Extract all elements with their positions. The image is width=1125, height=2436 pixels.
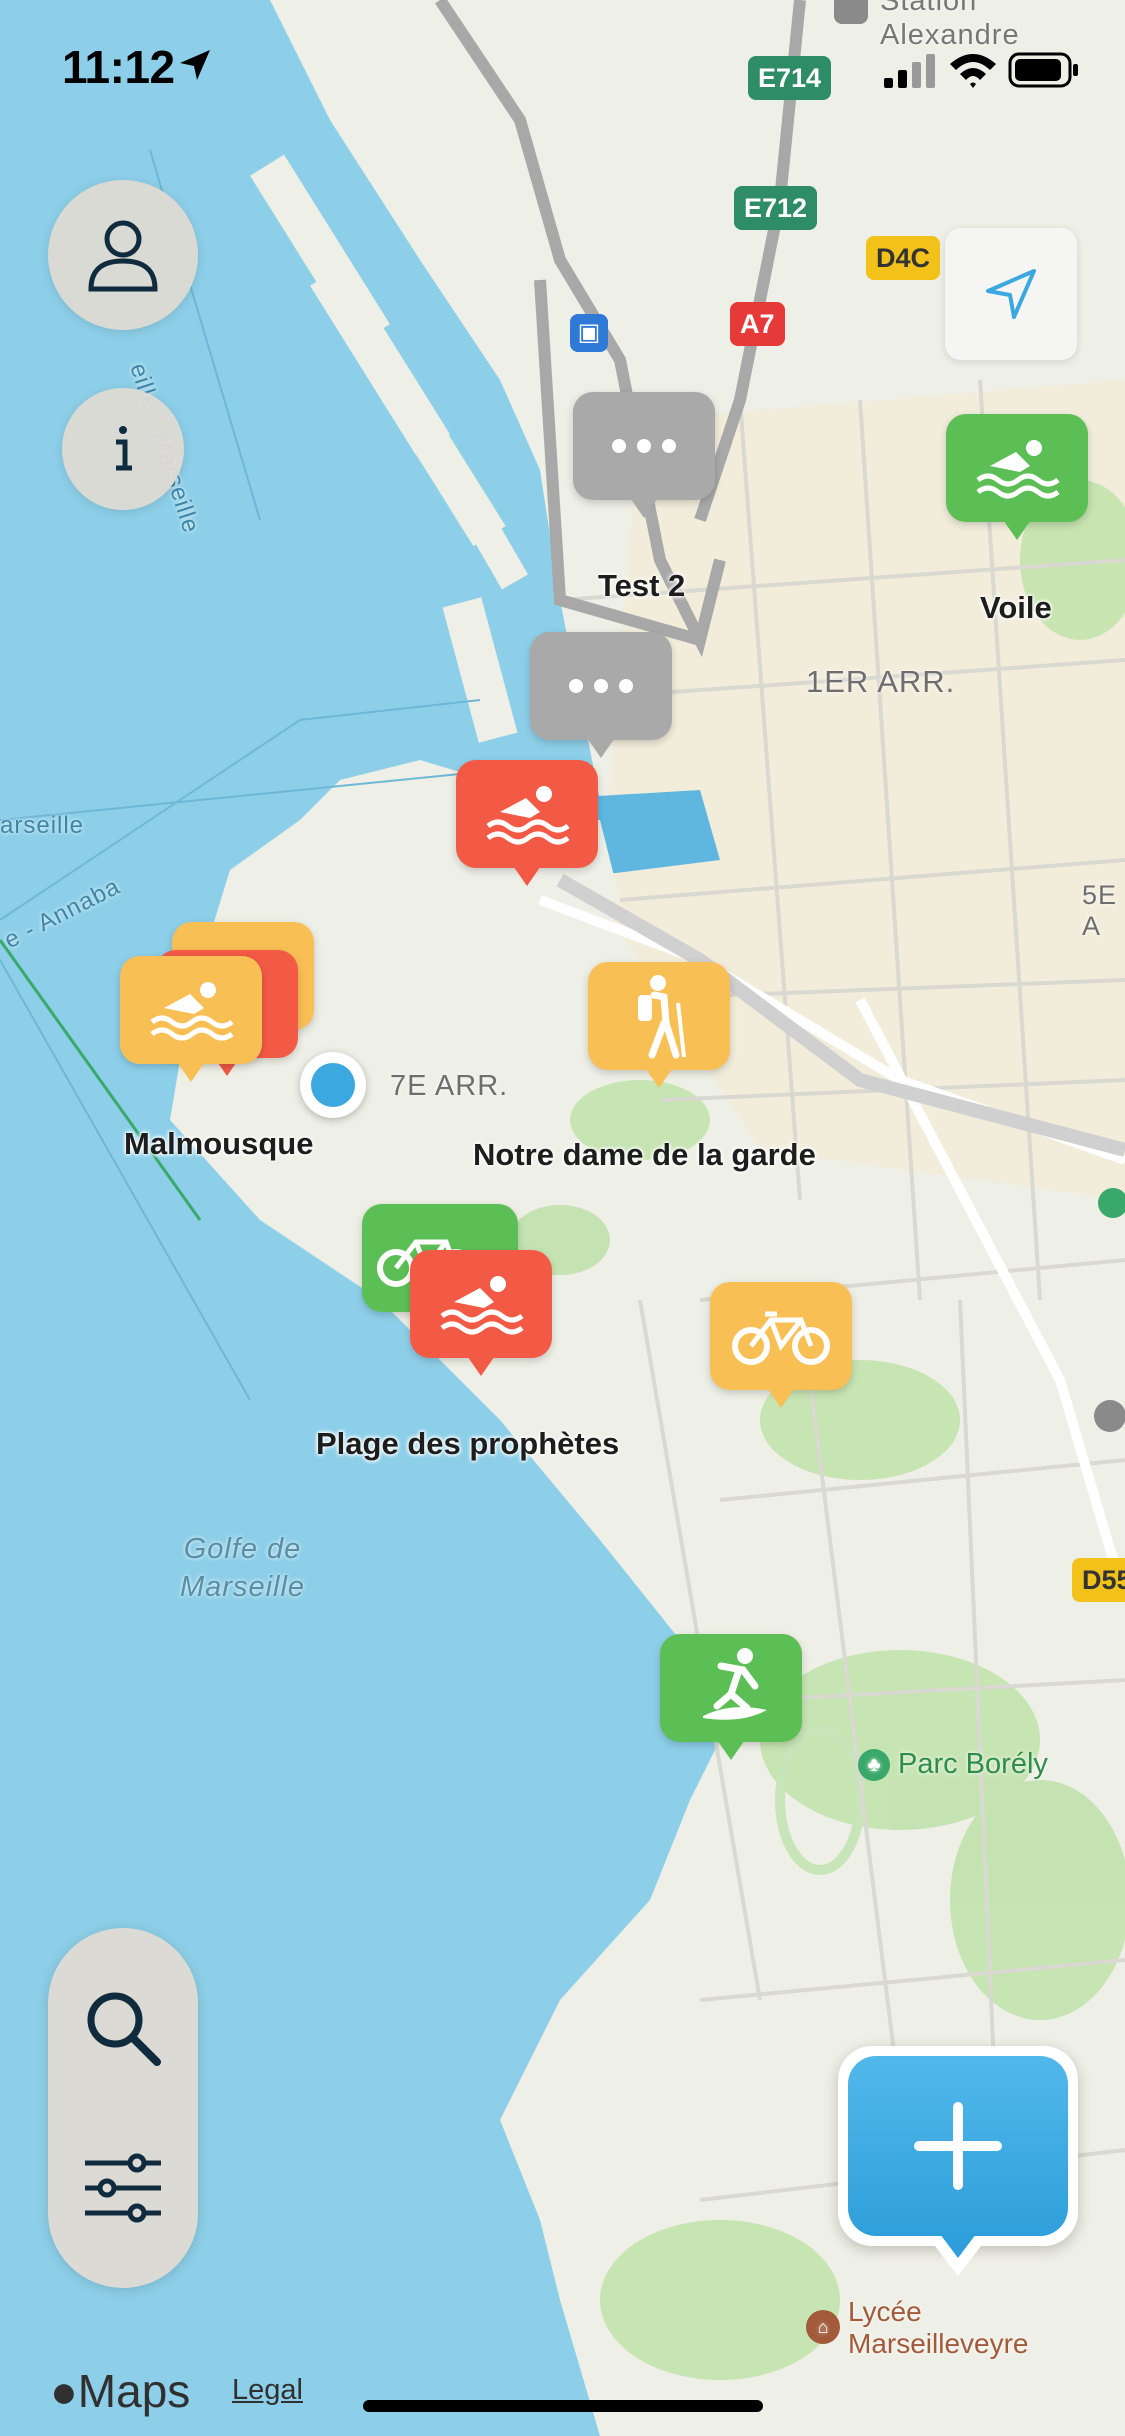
status-time: 11:12 [62,41,175,93]
district-label-1: 1ER ARR. [806,664,956,699]
activity-pin-test-2[interactable] [573,392,715,528]
activity-pin-voile[interactable] [946,414,1088,550]
road-shield-e712: E712 [734,186,818,230]
info-icon [116,426,132,471]
user-location-dot[interactable] [300,1052,366,1118]
activity-pin-chat[interactable] [530,632,672,768]
transit-station-icon: ▣ [570,314,608,352]
person-icon [88,220,158,292]
road-shield-d4c: D4C [866,236,941,280]
apple-maps-logo: ●Maps [50,2365,191,2417]
tree-icon [1098,1188,1125,1218]
pin-label-test-2: Test 2 [598,568,686,603]
info-button[interactable] [62,388,184,510]
pin-label-malmousque: Malmousque [124,1126,314,1161]
district-label-5: 5E A [1082,880,1118,941]
bottom-left-toolbar [48,1928,198,2288]
hiker-icon [638,975,686,1059]
locate-me-button[interactable] [945,228,1077,360]
activity-pin-malmousque[interactable] [120,956,262,1092]
activity-pin-cycling-yellow[interactable] [710,1282,852,1418]
swimmer-icon [440,1276,524,1335]
activity-pin-surfing[interactable] [660,1634,802,1770]
search-icon [87,1992,161,2066]
activity-pin-plage-prophetes[interactable] [410,1250,552,1386]
apple-logo-icon: ● [50,2365,78,2417]
road-shield-d55: D55 [1072,1558,1125,1602]
swimmer-icon [976,440,1060,499]
landmark-icon [1094,1400,1125,1432]
search-button[interactable] [63,1968,183,2088]
filters-button[interactable] [63,2128,183,2248]
plus-icon [914,2102,1002,2190]
gulf-label: Golfe de Marseille [180,1533,306,1603]
swimmer-icon [150,982,234,1041]
wifi-icon [950,54,996,88]
sliders-icon [85,2153,161,2223]
cellular-signal-icon [884,54,935,88]
pin-label-plage-prophetes: Plage des prophètes [316,1426,620,1461]
legal-link[interactable]: Legal [232,2374,303,2407]
park-label[interactable]: ♣ Parc Borély [858,1748,1048,1781]
battery-icon [1008,52,1078,88]
school-icon: ⌂ [806,2310,840,2344]
surfer-icon [703,1648,767,1720]
ellipsis-icon [612,439,676,453]
ellipsis-icon [569,679,633,693]
activity-pin-notre-dame[interactable] [588,962,730,1098]
activity-pin-swimming-port[interactable] [456,760,598,896]
district-label-7: 7E ARR. [390,1070,509,1102]
ferry-label-2: arseille [0,812,85,839]
location-services-icon [180,50,210,80]
tree-icon: ♣ [858,1748,890,1781]
location-arrow-icon [986,269,1036,319]
pin-label-notre-dame: Notre dame de la garde [473,1137,816,1172]
profile-button[interactable] [48,180,198,330]
road-shield-a7: A7 [730,302,785,346]
swimmer-icon [486,786,570,845]
add-activity-button[interactable] [838,2046,1078,2276]
lycee-label[interactable]: ⌂ Lycée Marseilleveyre [806,2296,1029,2360]
home-indicator[interactable] [363,2400,763,2412]
status-bar: 11:12 [0,0,1125,130]
pin-label-voile: Voile [980,590,1052,625]
bicycle-icon [732,1311,830,1365]
